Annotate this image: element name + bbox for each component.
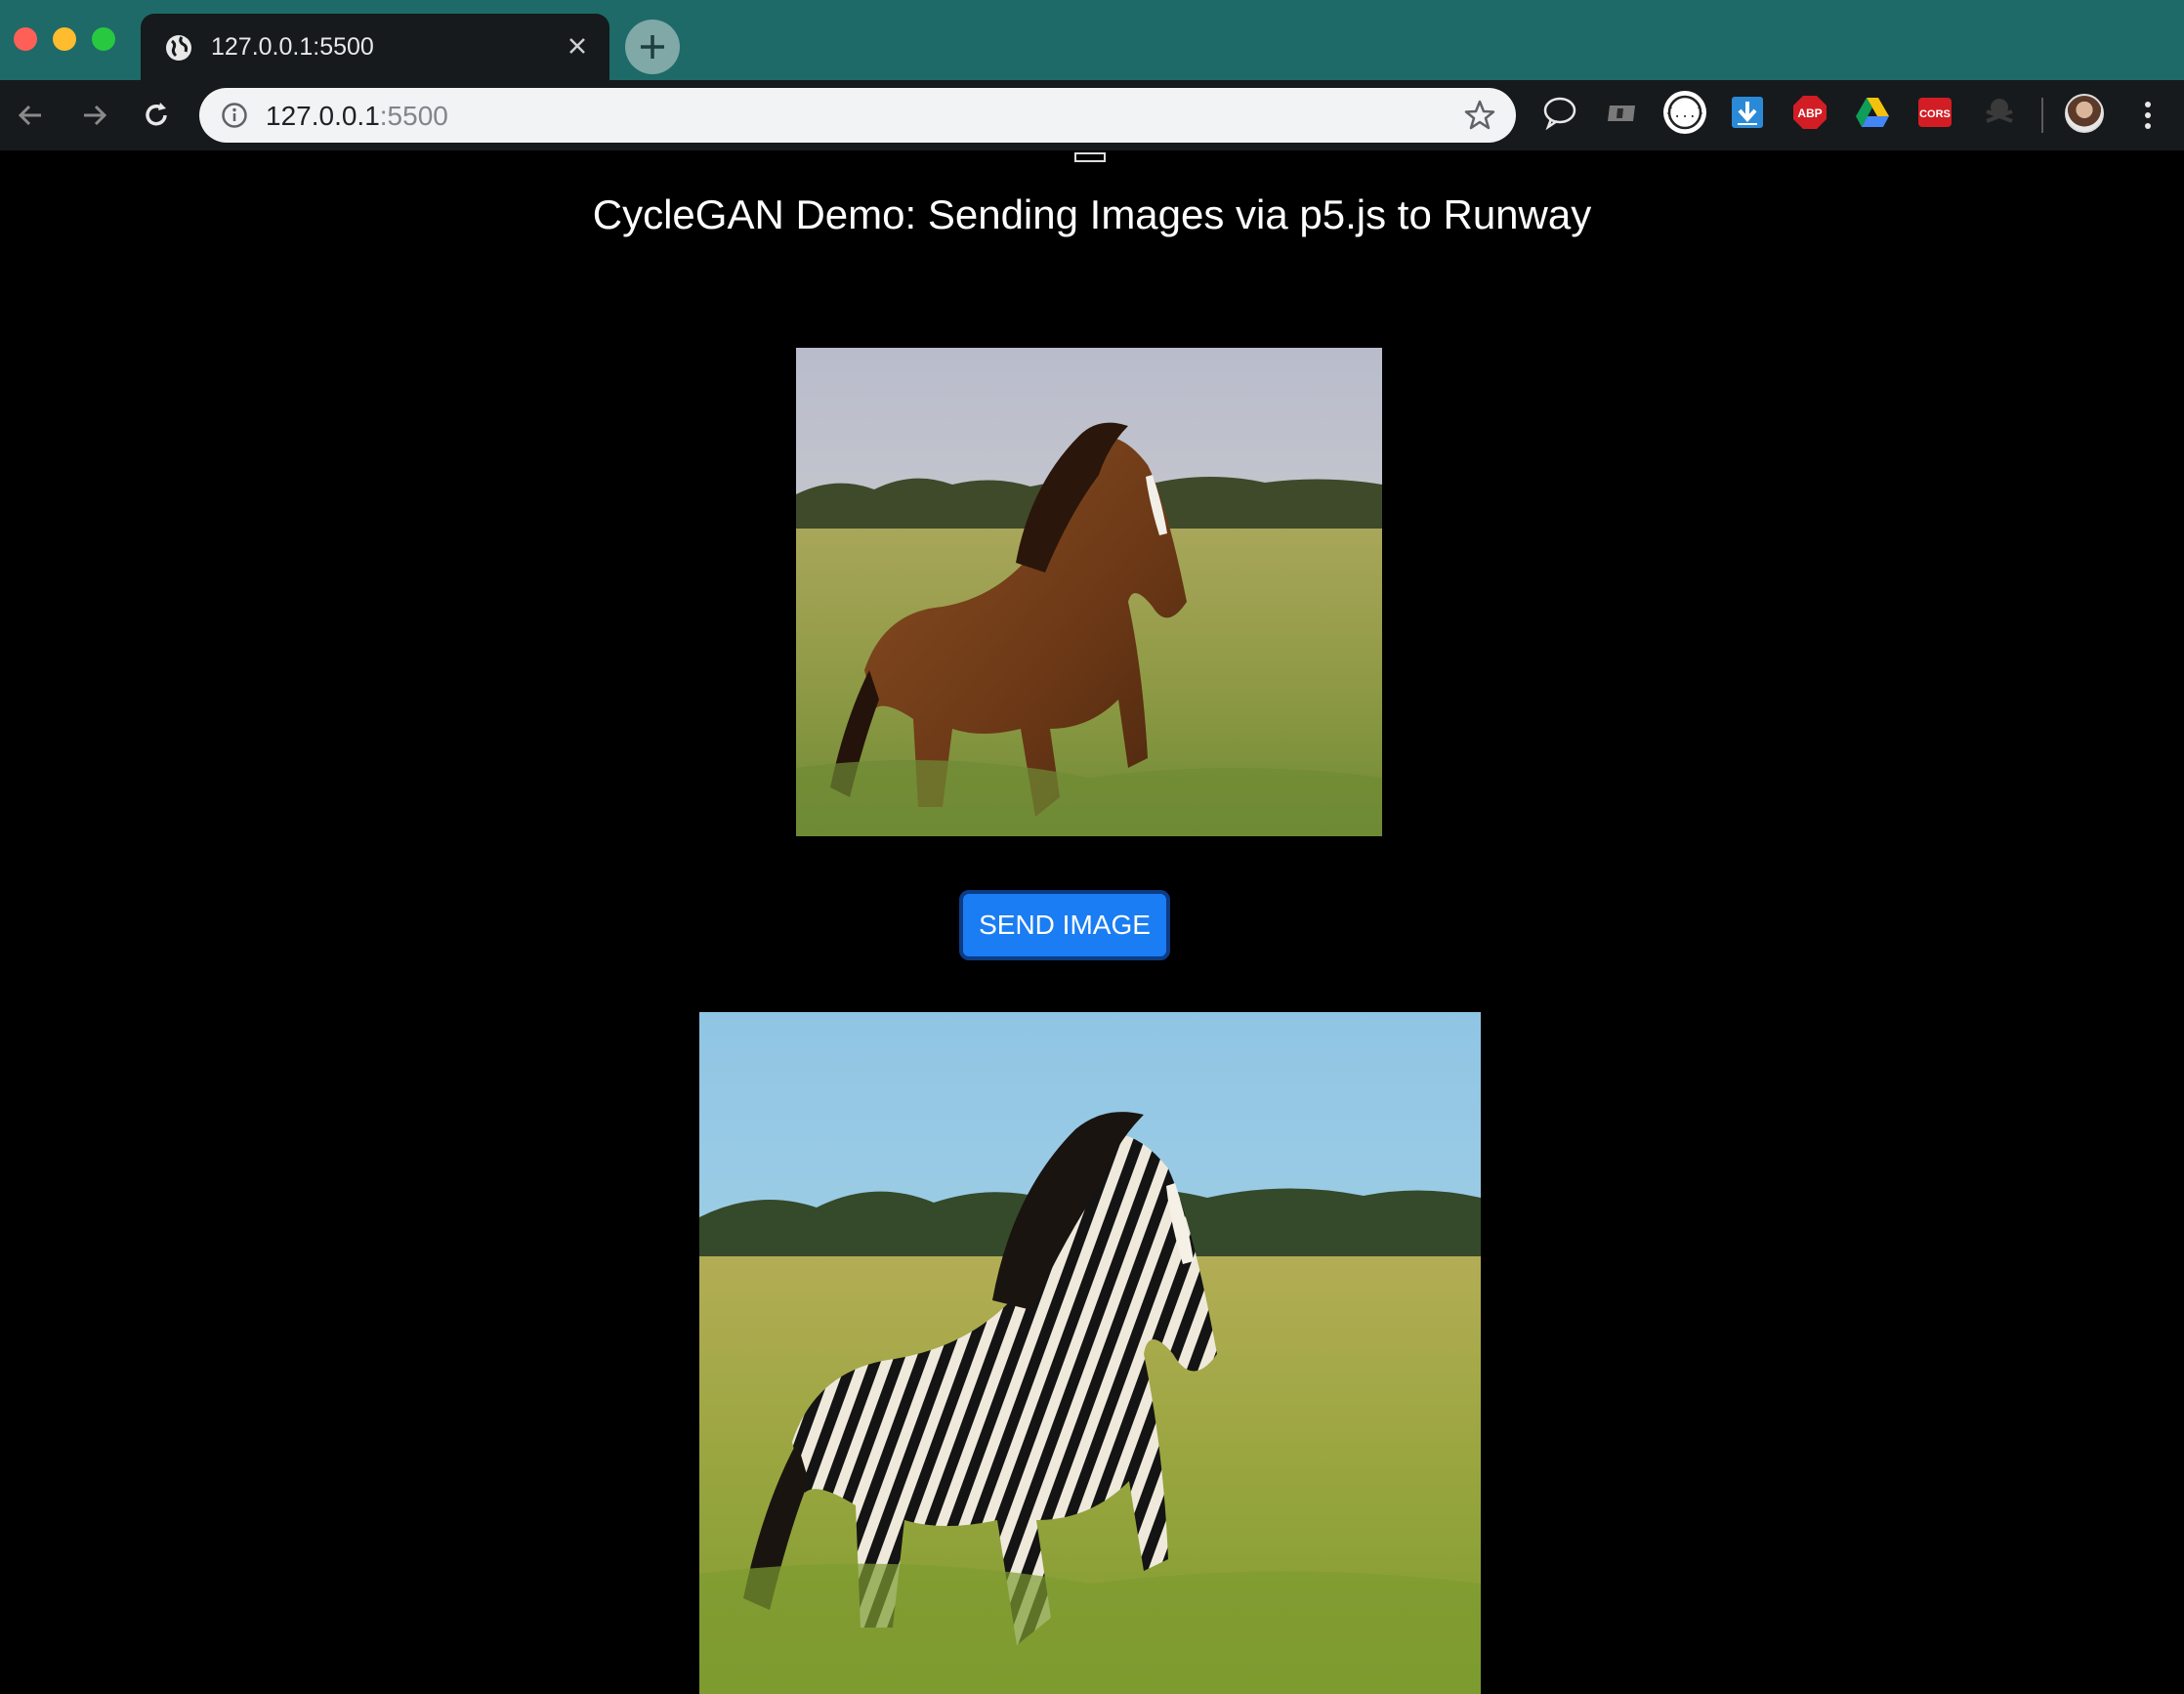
globe-icon (166, 35, 191, 61)
svg-text:ABP: ABP (1797, 106, 1822, 120)
profile-avatar[interactable] (2065, 94, 2104, 133)
google-drive-icon[interactable] (1854, 94, 1891, 131)
card-icon[interactable] (1604, 94, 1641, 131)
url-port: :5500 (379, 101, 448, 131)
browser-toolbar: 127.0.0.1:5500 {...} ABP CORS (0, 80, 2184, 150)
info-icon[interactable] (221, 102, 248, 129)
tab-strip: 127.0.0.1:5500 (0, 0, 2184, 80)
adblock-icon[interactable]: ABP (1791, 94, 1828, 131)
back-arrow-icon[interactable] (14, 98, 49, 133)
url-text: 127.0.0.1:5500 (266, 101, 448, 132)
forward-arrow-icon[interactable] (76, 98, 111, 133)
json-viewer-icon[interactable]: {...} (1662, 90, 1707, 135)
url-host: 127.0.0.1 (266, 101, 380, 131)
menu-dots-icon[interactable] (2141, 98, 2155, 133)
plus-icon (641, 35, 664, 59)
output-image-zebra (699, 1012, 1481, 1694)
svg-text:CORS: CORS (1919, 108, 1951, 120)
tab-title: 127.0.0.1:5500 (211, 33, 374, 61)
drag-handle[interactable] (1074, 152, 1106, 162)
toolbar-divider (2041, 98, 2043, 133)
maximize-window-button[interactable] (92, 27, 115, 51)
svg-text:{...}: {...} (1665, 106, 1703, 121)
new-tab-button[interactable] (625, 20, 680, 74)
input-image-horse (796, 348, 1382, 836)
minimize-window-button[interactable] (53, 27, 76, 51)
download-icon[interactable] (1729, 94, 1766, 131)
page-title: CycleGAN Demo: Sending Images via p5.js … (592, 191, 1592, 237)
send-image-button[interactable]: SEND IMAGE (959, 890, 1170, 960)
reload-icon[interactable] (139, 98, 174, 133)
pirate-icon[interactable] (1981, 94, 2018, 131)
cors-icon[interactable]: CORS (1916, 94, 1953, 131)
chat-bubble-icon[interactable] (1541, 94, 1578, 131)
address-bar[interactable]: 127.0.0.1:5500 (199, 88, 1516, 143)
close-window-button[interactable] (14, 27, 37, 51)
close-icon[interactable] (563, 31, 592, 61)
tab-active[interactable]: 127.0.0.1:5500 (141, 14, 609, 80)
bookmark-star-icon[interactable] (1463, 99, 1496, 132)
